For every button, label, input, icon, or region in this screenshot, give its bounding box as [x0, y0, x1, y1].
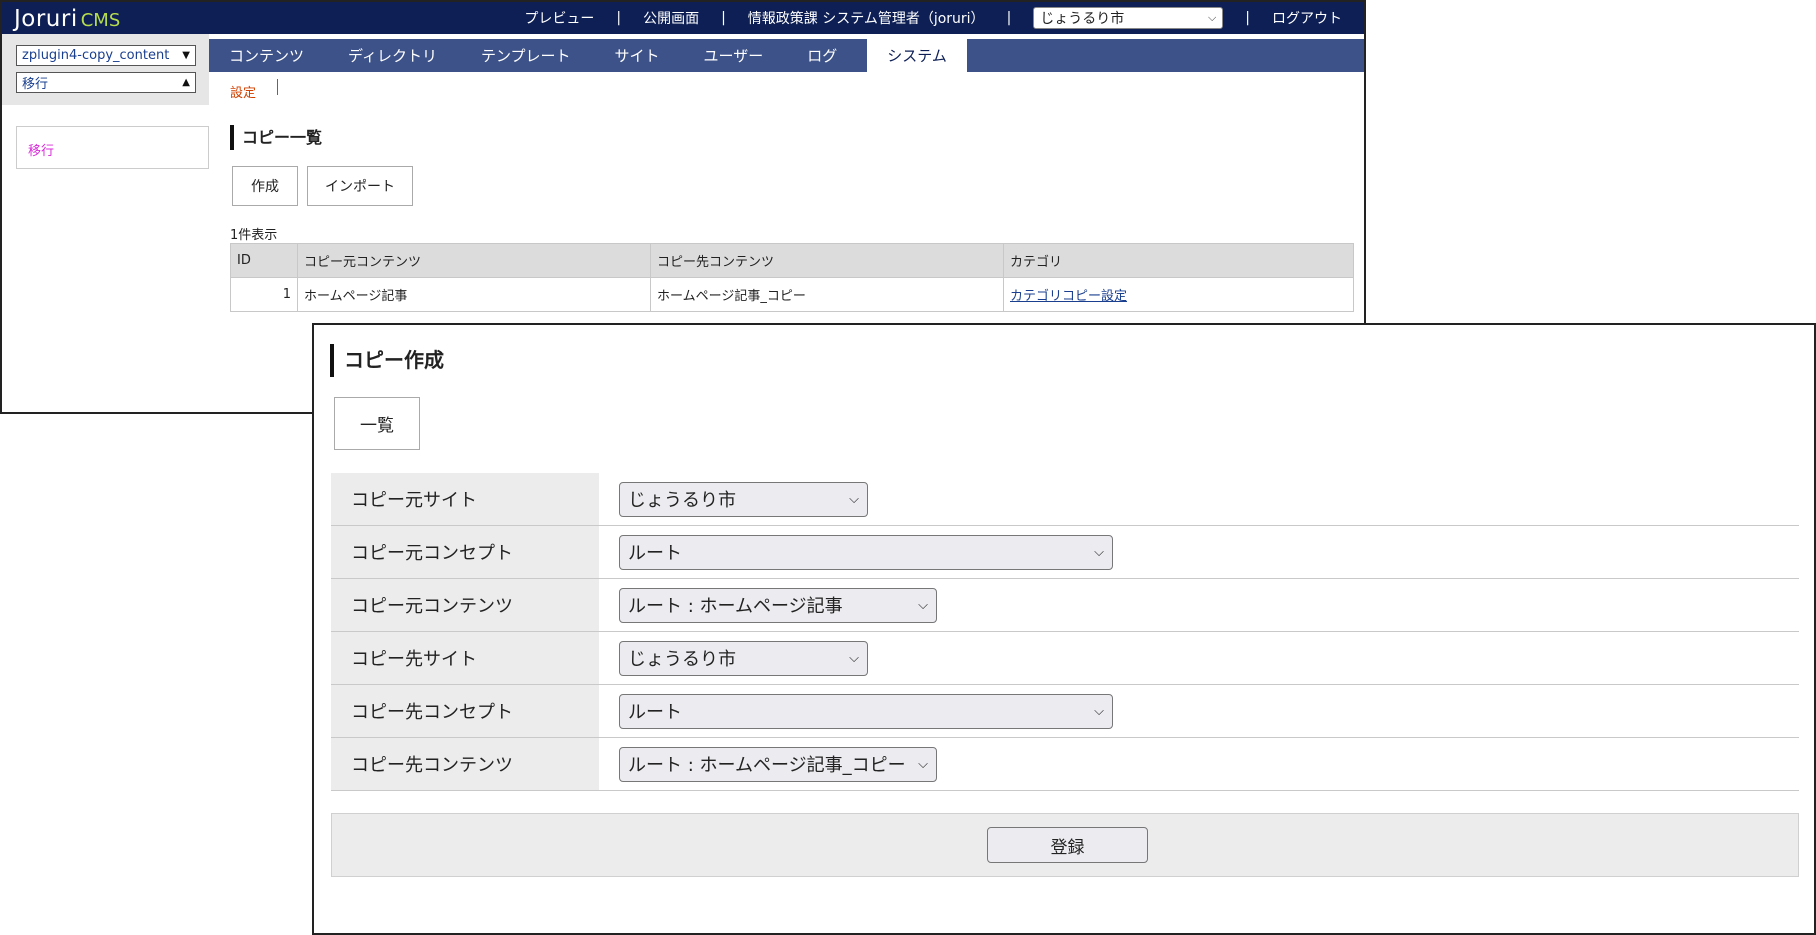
- form-row-source-concept: コピー元コンセプト ルート ⌵: [331, 526, 1799, 579]
- tab-log[interactable]: ログ: [785, 39, 859, 72]
- logo-sub: CMS: [80, 10, 121, 31]
- separator: |: [1245, 10, 1250, 26]
- select-value: ルート: [628, 543, 682, 564]
- form-row-source-content: コピー元コンテンツ ルート : ホームページ記事 ⌵: [331, 579, 1799, 632]
- cell-source: ホームページ記事: [297, 277, 651, 312]
- field-label: コピー先コンセプト: [331, 685, 599, 737]
- logout-link[interactable]: ログアウト: [1272, 8, 1342, 28]
- source-concept-select[interactable]: ルート ⌵: [619, 534, 1113, 570]
- field-label: コピー元サイト: [331, 473, 599, 525]
- tab-contents[interactable]: コンテンツ: [209, 39, 326, 72]
- separator: |: [721, 10, 726, 26]
- form-row-dest-content: コピー先コンテンツ ルート : ホームページ記事_コピー ⌵: [331, 738, 1799, 791]
- form-row-dest-site: コピー先サイト じょうるり市 ⌵: [331, 632, 1799, 685]
- main-nav: コンテンツ ディレクトリ テンプレート サイト ユーザー ログ システム: [209, 39, 1364, 72]
- separator: |: [616, 10, 622, 26]
- logo[interactable]: Joruri CMS: [14, 6, 120, 32]
- top-links: プレビュー | 公開画面 | 情報政策課 システム管理者（joruri） | じ…: [524, 2, 1364, 34]
- chevron-down-icon: ⌵: [1094, 544, 1104, 560]
- sidebar-item-migration[interactable]: 移行: [28, 144, 54, 159]
- form-row-source-site: コピー元サイト じょうるり市 ⌵: [331, 473, 1799, 526]
- result-count: 1件表示: [230, 228, 278, 243]
- dest-site-select[interactable]: じょうるり市 ⌵: [619, 640, 868, 676]
- col-category: カテゴリ: [1003, 243, 1354, 278]
- create-window: コピー作成 一覧 コピー元サイト じょうるり市 ⌵ コピー元コンセプト ルート …: [312, 323, 1816, 935]
- feature-select[interactable]: 移行 ▲: [16, 72, 196, 93]
- logo-main: Joruri: [14, 6, 78, 32]
- chevron-down-icon: ⌵: [849, 650, 859, 666]
- tab-directory[interactable]: ディレクトリ: [326, 39, 459, 72]
- field-label: コピー先コンテンツ: [331, 738, 599, 790]
- register-button[interactable]: 登録: [987, 827, 1148, 863]
- triangle-down-icon: ▼: [182, 50, 190, 61]
- table-header-row: ID コピー元コンテンツ コピー先コンテンツ カテゴリ: [230, 243, 1354, 278]
- field-label: コピー先サイト: [331, 632, 599, 684]
- chevron-down-icon: ⌵: [918, 756, 928, 772]
- separator: [277, 79, 278, 95]
- separator: |: [1006, 10, 1012, 26]
- content-select-value: zplugin4-copy_content: [22, 48, 170, 63]
- col-id: ID: [230, 243, 298, 278]
- col-source: コピー元コンテンツ: [297, 243, 651, 278]
- chevron-down-icon: ⌵: [1207, 11, 1217, 24]
- chevron-down-icon: ⌵: [1094, 703, 1104, 719]
- content-select[interactable]: zplugin4-copy_content ▼: [16, 45, 196, 66]
- select-value: ルート : ホームページ記事_コピー: [628, 755, 906, 776]
- tab-site[interactable]: サイト: [593, 39, 682, 72]
- list-button[interactable]: 一覧: [334, 397, 420, 450]
- page-title: コピー一覧: [230, 125, 322, 150]
- select-value: ルート: [628, 702, 682, 723]
- tab-template[interactable]: テンプレート: [459, 39, 593, 72]
- feature-select-value: 移行: [22, 77, 49, 92]
- cell-id: 1: [230, 277, 298, 312]
- form-row-dest-concept: コピー先コンセプト ルート ⌵: [331, 685, 1799, 738]
- public-page-link[interactable]: 公開画面: [643, 8, 699, 28]
- triangle-up-icon: ▲: [182, 77, 190, 88]
- chevron-down-icon: ⌵: [849, 491, 859, 507]
- preview-link[interactable]: プレビュー: [524, 8, 594, 28]
- subnav-settings[interactable]: 設定: [230, 82, 256, 101]
- select-value: ルート : ホームページ記事: [628, 596, 843, 617]
- sidebar-selects: zplugin4-copy_content ▼ 移行 ▲: [2, 34, 209, 105]
- category-copy-link[interactable]: カテゴリコピー設定: [1010, 289, 1127, 304]
- field-label: コピー元コンテンツ: [331, 579, 599, 631]
- select-value: じょうるり市: [628, 649, 736, 670]
- create-button[interactable]: 作成: [232, 166, 298, 206]
- cell-category: カテゴリコピー設定: [1003, 277, 1354, 312]
- submit-bar: 登録: [331, 813, 1799, 877]
- dest-concept-select[interactable]: ルート ⌵: [619, 693, 1113, 729]
- dest-content-select[interactable]: ルート : ホームページ記事_コピー ⌵: [619, 746, 937, 782]
- import-button[interactable]: インポート: [307, 166, 413, 206]
- chevron-down-icon: ⌵: [918, 597, 928, 613]
- site-select-value: じょうるり市: [1040, 11, 1125, 27]
- source-content-select[interactable]: ルート : ホームページ記事 ⌵: [619, 587, 937, 623]
- site-select[interactable]: じょうるり市 ⌵: [1033, 7, 1224, 29]
- cell-dest: ホームページ記事_コピー: [650, 277, 1004, 312]
- form-title: コピー作成: [330, 344, 444, 377]
- col-dest: コピー先コンテンツ: [650, 243, 1004, 278]
- tab-user[interactable]: ユーザー: [682, 39, 786, 72]
- sidebar-menu: 移行: [16, 126, 209, 169]
- select-value: じょうるり市: [628, 490, 736, 511]
- tab-system[interactable]: システム: [867, 39, 967, 72]
- field-label: コピー元コンセプト: [331, 526, 599, 578]
- copy-form: コピー元サイト じょうるり市 ⌵ コピー元コンセプト ルート ⌵ コピー元コンテ…: [331, 473, 1799, 791]
- source-site-select[interactable]: じょうるり市 ⌵: [619, 481, 868, 517]
- top-bar: Joruri CMS プレビュー | 公開画面 | 情報政策課 システム管理者（j…: [2, 2, 1364, 34]
- user-name: 情報政策課 システム管理者（joruri）: [747, 11, 985, 27]
- table-row: 1 ホームページ記事 ホームページ記事_コピー カテゴリコピー設定: [230, 277, 1354, 312]
- copy-list-table: ID コピー元コンテンツ コピー先コンテンツ カテゴリ 1 ホームページ記事 ホ…: [230, 243, 1354, 312]
